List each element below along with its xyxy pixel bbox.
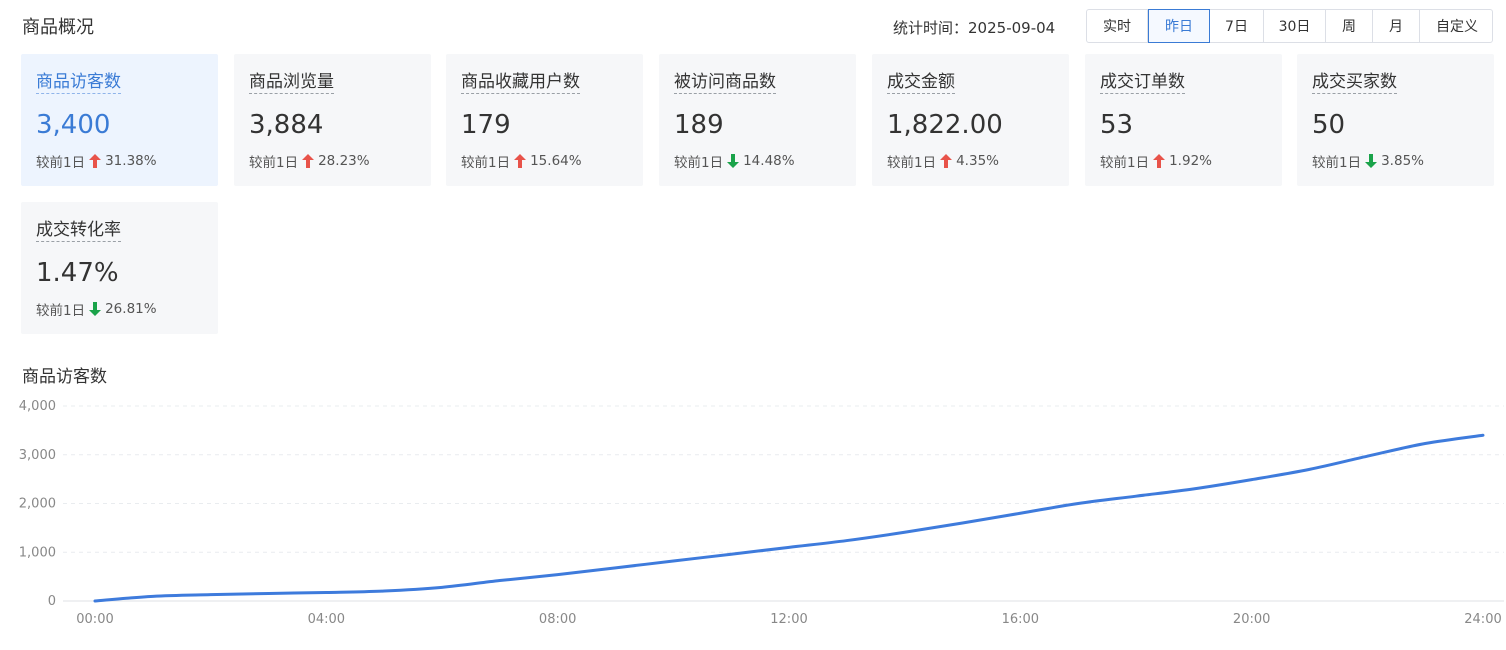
metric-title: 商品浏览量 xyxy=(249,72,334,94)
arrow-up-icon xyxy=(1153,154,1166,168)
metric-title: 商品访客数 xyxy=(36,72,121,94)
arrow-up-icon xyxy=(514,154,527,168)
arrow-down-icon xyxy=(89,302,102,316)
x-tick-label: 16:00 xyxy=(1002,612,1039,627)
metric-value: 1,822.00 xyxy=(887,110,1003,140)
metric-compare: 较前1日 4.35% xyxy=(887,151,999,171)
metric-card[interactable]: 商品浏览量 3,884 较前1日 28.23% xyxy=(234,54,431,186)
metric-title: 商品收藏用户数 xyxy=(461,72,580,94)
metric-compare: 较前1日 31.38% xyxy=(36,151,157,171)
range-tab-2[interactable]: 7日 xyxy=(1210,10,1264,42)
range-tab-3[interactable]: 30日 xyxy=(1264,10,1326,42)
compare-label: 较前1日 xyxy=(674,155,724,171)
metric-compare: 较前1日 28.23% xyxy=(249,151,370,171)
metric-card[interactable]: 成交金额 1,822.00 较前1日 4.35% xyxy=(872,54,1069,186)
arrow-up-icon xyxy=(302,154,315,168)
compare-label: 较前1日 xyxy=(461,155,511,171)
metric-value: 3,884 xyxy=(249,110,324,140)
visitor-line-chart: 0 1,000 2,000 3,000 4,000 00:00 04:00 08:00 12:0… xyxy=(19,399,1504,627)
compare-label: 较前1日 xyxy=(249,155,299,171)
arrow-down-icon xyxy=(727,154,740,168)
y-tick-label: 1,000 xyxy=(19,545,56,560)
metric-compare: 较前1日 14.48% xyxy=(674,151,795,171)
metric-title: 成交买家数 xyxy=(1312,72,1397,94)
metric-title: 被访问商品数 xyxy=(674,72,776,94)
metric-compare: 较前1日 1.92% xyxy=(1100,151,1212,171)
metric-card[interactable]: 成交转化率 1.47% 较前1日 26.81% xyxy=(21,202,218,334)
x-tick-label: 08:00 xyxy=(539,612,576,627)
range-tabs: 实时 昨日 7日 30日周月自定义 xyxy=(1086,9,1493,43)
compare-change: 14.48% xyxy=(743,153,795,169)
range-tab-0[interactable]: 实时 xyxy=(1087,10,1148,42)
x-tick-label: 00:00 xyxy=(76,612,113,627)
compare-change: 4.35% xyxy=(956,153,999,169)
compare-label: 较前1日 xyxy=(887,155,937,171)
metric-compare: 较前1日 15.64% xyxy=(461,151,582,171)
metric-value: 1.47% xyxy=(36,258,119,288)
range-tab-6[interactable]: 自定义 xyxy=(1420,10,1494,42)
compare-change: 26.81% xyxy=(105,301,157,317)
y-tick-label: 4,000 xyxy=(19,399,56,414)
x-tick-label: 24:00 xyxy=(1464,612,1501,627)
compare-change: 15.64% xyxy=(530,153,582,169)
y-tick-label: 0 xyxy=(48,594,56,609)
range-tab-1[interactable]: 昨日 xyxy=(1148,9,1210,43)
x-tick-label: 04:00 xyxy=(308,612,345,627)
metric-compare: 较前1日 3.85% xyxy=(1312,151,1424,171)
arrow-down-icon xyxy=(1365,154,1378,168)
metric-value: 53 xyxy=(1100,110,1134,140)
stat-time-value: 2025-09-04 xyxy=(968,19,1056,37)
chart-title: 商品访客数 xyxy=(22,367,107,387)
metric-title: 成交金额 xyxy=(887,72,955,94)
metric-title: 成交转化率 xyxy=(36,220,121,242)
metric-card[interactable]: 商品访客数 3,400 较前1日 31.38% xyxy=(21,54,218,186)
metric-card[interactable]: 被访问商品数 189 较前1日 14.48% xyxy=(659,54,856,186)
compare-label: 较前1日 xyxy=(36,155,86,171)
compare-change: 31.38% xyxy=(105,153,157,169)
metric-value: 179 xyxy=(461,110,511,140)
compare-label: 较前1日 xyxy=(1100,155,1150,171)
metric-compare: 较前1日 26.81% xyxy=(36,299,157,319)
metric-title: 成交订单数 xyxy=(1100,72,1185,94)
compare-label: 较前1日 xyxy=(36,303,86,319)
range-tab-4[interactable]: 周 xyxy=(1326,10,1373,42)
stat-time: 统计时间：2025-09-04 xyxy=(893,17,1055,38)
compare-label: 较前1日 xyxy=(1312,155,1362,171)
y-tick-label: 3,000 xyxy=(19,448,56,463)
metric-card[interactable]: 成交买家数 50 较前1日 3.85% xyxy=(1297,54,1494,186)
compare-change: 28.23% xyxy=(318,153,370,169)
metric-value: 50 xyxy=(1312,110,1346,140)
arrow-up-icon xyxy=(940,154,953,168)
stat-time-label: 统计时间： xyxy=(893,19,969,37)
compare-change: 3.85% xyxy=(1381,153,1424,169)
compare-change: 1.92% xyxy=(1169,153,1212,169)
arrow-up-icon xyxy=(89,154,102,168)
x-tick-label: 12:00 xyxy=(770,612,807,627)
series-line xyxy=(93,433,1485,603)
page-title: 商品概况 xyxy=(22,17,94,38)
metric-card[interactable]: 成交订单数 53 较前1日 1.92% xyxy=(1085,54,1282,186)
x-tick-label: 20:00 xyxy=(1233,612,1270,627)
metric-value: 189 xyxy=(674,110,724,140)
range-tab-5[interactable]: 月 xyxy=(1373,10,1420,42)
metric-value: 3,400 xyxy=(36,110,111,140)
metric-card[interactable]: 商品收藏用户数 179 较前1日 15.64% xyxy=(446,54,643,186)
y-tick-label: 2,000 xyxy=(19,497,56,512)
